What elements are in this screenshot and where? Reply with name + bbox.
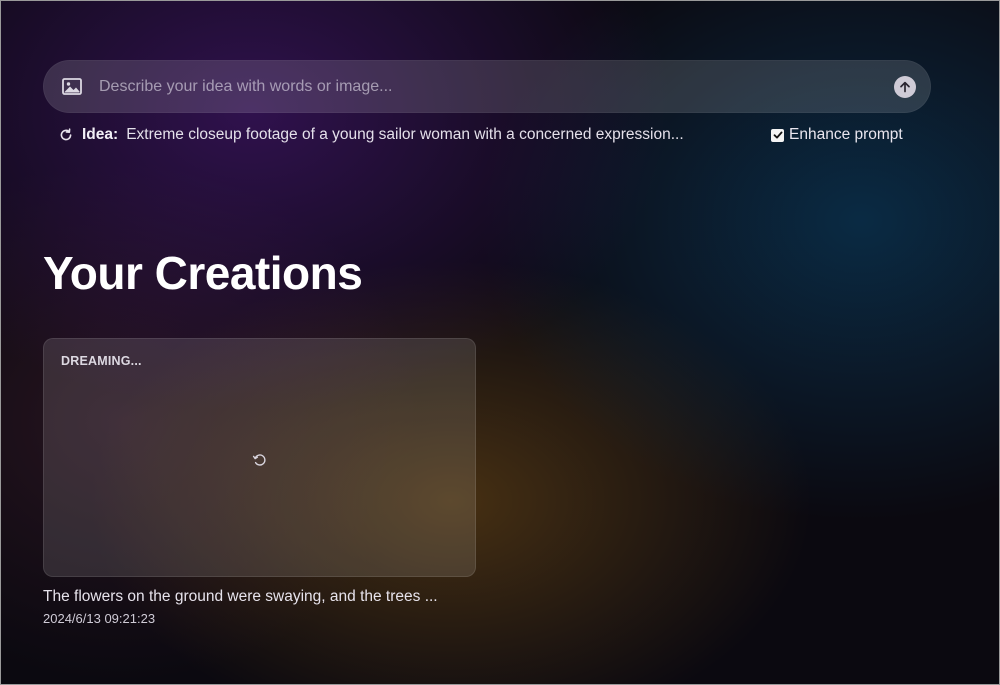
refresh-icon[interactable]	[59, 128, 73, 142]
checkmark-icon	[773, 131, 782, 139]
page-title: Your Creations	[43, 247, 363, 299]
prompt-bar	[43, 60, 931, 113]
enhance-prompt-checkbox[interactable]	[771, 128, 784, 142]
idea-label: Idea:	[82, 126, 119, 143]
idea-text[interactable]: Extreme closeup footage of a young sailo…	[126, 126, 683, 144]
enhance-prompt-toggle[interactable]: Enhance prompt	[771, 124, 903, 146]
creation-card[interactable]: DREAMING...	[43, 338, 476, 577]
idea-suggestion: Idea: Extreme closeup footage of a young…	[59, 124, 759, 146]
creation-timestamp: 2024/6/13 09:21:23	[43, 611, 156, 626]
app-window: Idea: Extreme closeup footage of a young…	[0, 0, 1000, 685]
send-button[interactable]	[894, 76, 916, 98]
creation-caption: The flowers on the ground were swaying, …	[43, 588, 438, 605]
enhance-prompt-label: Enhance prompt	[789, 126, 903, 143]
image-upload-icon[interactable]	[62, 78, 82, 95]
loading-spinner-icon	[252, 452, 268, 468]
creation-status: DREAMING...	[61, 354, 142, 368]
arrow-up-icon	[900, 81, 910, 93]
prompt-input[interactable]	[99, 60, 869, 113]
